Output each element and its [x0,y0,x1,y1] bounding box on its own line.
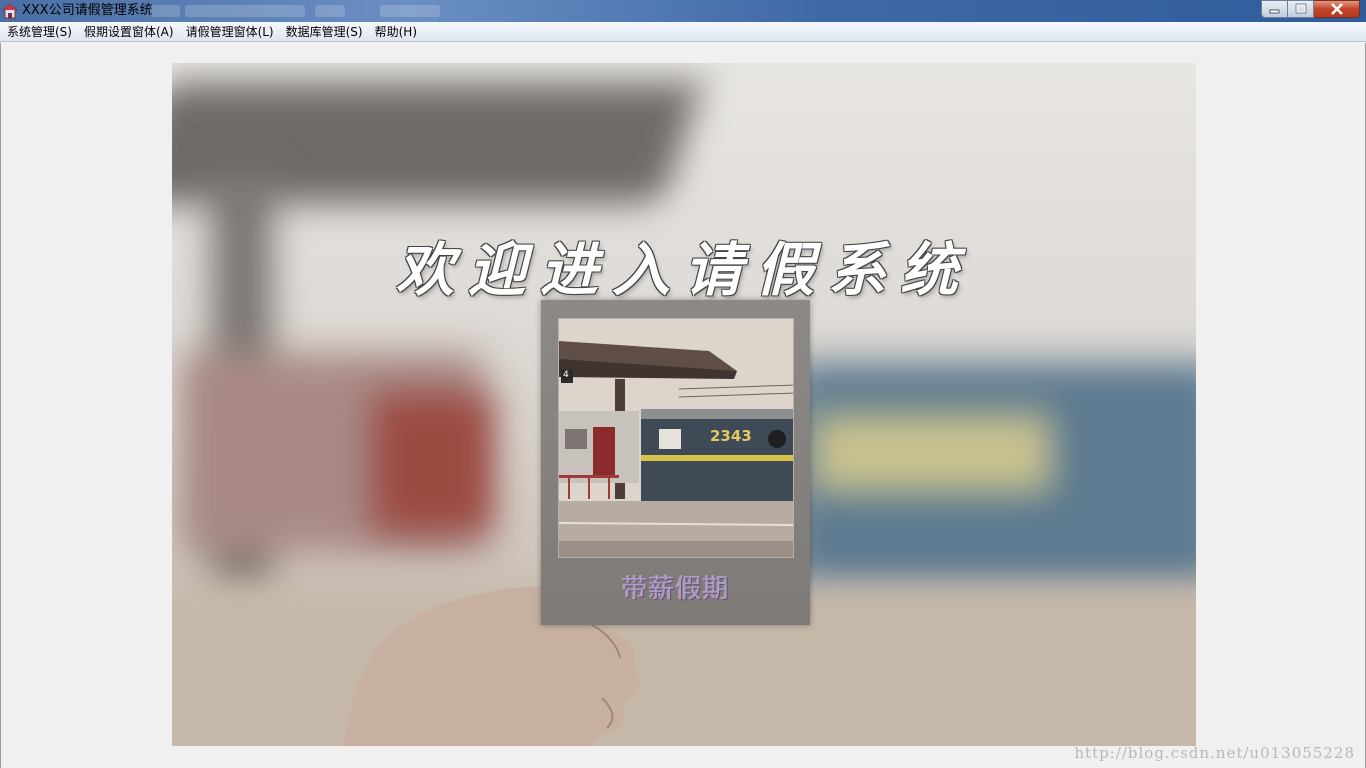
train-photo: 2343 4 [558,318,794,558]
close-button[interactable] [1314,0,1360,18]
app-house-icon [2,3,18,19]
platform-number: 4 [563,370,569,380]
title-reflection [380,5,440,17]
menu-system[interactable]: 系统管理(S) [1,23,78,41]
close-icon [1330,3,1343,15]
train-scene [559,319,793,557]
watermark: http://blog.csdn.net/u013055228 [1074,744,1355,762]
polaroid-caption: 带薪假期 [621,574,730,604]
title-reflection [185,5,305,17]
maximize-icon [1295,3,1306,14]
window-controls [1261,0,1360,18]
polaroid-photo: 2343 4 带薪假期 [541,300,810,625]
background-yellow-stripe [812,413,1052,493]
maximize-button[interactable] [1288,0,1314,18]
menu-holiday-settings[interactable]: 假期设置窗体(A) [78,23,180,41]
title-reflection [150,5,180,17]
menu-bar: 系统管理(S) 假期设置窗体(A) 请假管理窗体(L) 数据库管理(S) 帮助(… [0,22,1366,42]
client-area: 欢迎进入请假系统 2343 4 带薪假期 http://blog.csdn.ne… [0,43,1366,768]
title-reflection [315,5,345,17]
minimize-icon [1269,9,1279,14]
menu-database[interactable]: 数据库管理(S) [280,23,369,41]
menu-help[interactable]: 帮助(H) [369,23,423,41]
title-bar[interactable]: XXX公司请假管理系统 [0,0,1366,22]
welcome-picture: 欢迎进入请假系统 2343 4 带薪假期 [172,63,1196,746]
minimize-button[interactable] [1261,0,1288,18]
window-title: XXX公司请假管理系统 [22,3,153,18]
welcome-heading: 欢迎进入请假系统 [395,236,972,304]
menu-leave-management[interactable]: 请假管理窗体(L) [180,23,280,41]
train-number: 2343 [710,427,752,445]
background-red-door [372,393,492,533]
